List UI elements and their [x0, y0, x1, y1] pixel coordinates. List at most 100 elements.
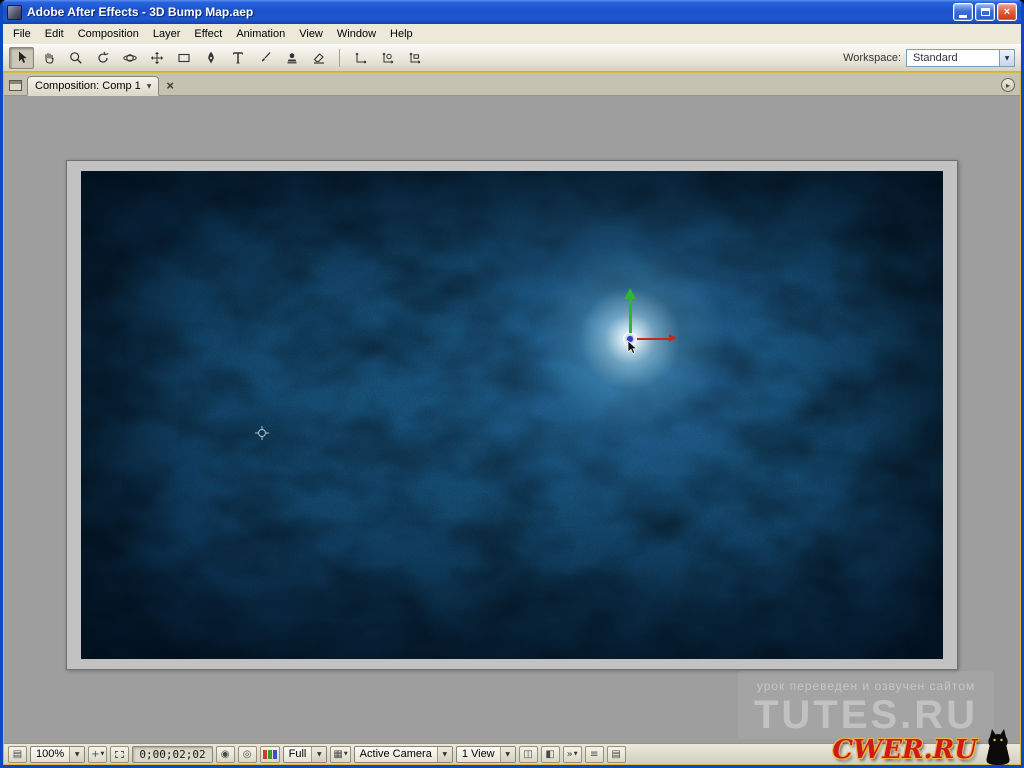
- cat-icon: [979, 725, 1017, 765]
- workspace-label: Workspace:: [843, 52, 901, 64]
- panel-icon: [9, 80, 22, 91]
- menu-item-window[interactable]: Window: [330, 26, 383, 42]
- region-of-interest-button[interactable]: [110, 746, 129, 763]
- view-layout-button[interactable]: ◫: [519, 746, 538, 763]
- workspace-selector: Workspace: Standard ▼: [843, 49, 1015, 67]
- composition-panel: Composition: Comp 1 ▼ × ▸: [3, 72, 1021, 765]
- menu-item-file[interactable]: File: [6, 26, 38, 42]
- show-snapshot-icon: ◎: [243, 749, 252, 760]
- world-axis-mode-button[interactable]: [375, 47, 400, 69]
- menu-item-animation[interactable]: Animation: [229, 26, 292, 42]
- pen-tool-icon: [203, 50, 219, 66]
- menu-item-layer[interactable]: Layer: [146, 26, 188, 42]
- brush-tool-icon: [257, 50, 273, 66]
- pan-behind-tool[interactable]: [144, 47, 169, 69]
- flowchart-icon: ▤: [611, 749, 620, 760]
- viewport-frame: [66, 160, 958, 670]
- camera-value: Active Camera: [355, 748, 437, 760]
- show-snapshot-button[interactable]: ◎: [238, 746, 257, 763]
- zoom-tool[interactable]: [63, 47, 88, 69]
- minimize-button[interactable]: [953, 3, 973, 21]
- menu-item-edit[interactable]: Edit: [38, 26, 71, 42]
- maximize-icon: [981, 8, 990, 16]
- brush-tool[interactable]: [252, 47, 277, 69]
- mask-rectangle-tool-icon: [176, 50, 192, 66]
- pixel-aspect-button[interactable]: ◧: [541, 746, 560, 763]
- eraser-tool[interactable]: [306, 47, 331, 69]
- zoom-tool-icon: [68, 50, 84, 66]
- menu-item-composition[interactable]: Composition: [71, 26, 146, 42]
- maximize-button[interactable]: [975, 3, 995, 21]
- pen-tool[interactable]: [198, 47, 223, 69]
- orbit-camera-tool[interactable]: [117, 47, 142, 69]
- grid-guides-button[interactable]: ▦ ▼: [330, 746, 350, 763]
- chevron-down-icon[interactable]: ▼: [311, 747, 326, 762]
- eraser-tool-icon: [311, 50, 327, 66]
- menu-item-effect[interactable]: Effect: [187, 26, 229, 42]
- timeline-button[interactable]: ≡: [585, 746, 604, 763]
- tab-dropdown-icon[interactable]: ▼: [147, 83, 152, 90]
- light-spot: [81, 171, 943, 659]
- local-axis-mode-button[interactable]: [348, 47, 373, 69]
- grid-icon: ▦: [333, 749, 342, 760]
- close-button[interactable]: ×: [997, 3, 1017, 21]
- selection-tool-icon: [14, 50, 30, 66]
- resolution-dropdown[interactable]: Full ▼: [283, 746, 328, 763]
- orbit-camera-tool-icon: [122, 50, 138, 66]
- workspace-dropdown[interactable]: Standard ▼: [906, 49, 1015, 67]
- app-window: Adobe After Effects - 3D Bump Map.aep × …: [0, 0, 1024, 768]
- selection-tool[interactable]: [9, 47, 34, 69]
- timecode-display[interactable]: 0;00;02;02: [132, 746, 212, 763]
- minimize-icon: [959, 15, 967, 18]
- tab-close-icon[interactable]: ×: [166, 79, 174, 92]
- type-tool-icon: [230, 50, 246, 66]
- chevron-down-icon[interactable]: ▼: [437, 747, 452, 762]
- y-axis-arrowhead-icon: [624, 288, 636, 299]
- view-count-dropdown[interactable]: 1 View ▼: [456, 746, 516, 763]
- hand-tool[interactable]: [36, 47, 61, 69]
- panel-options-button[interactable]: ▤: [8, 746, 27, 763]
- clone-stamp-tool-icon: [284, 50, 300, 66]
- composition-viewport[interactable]: [81, 171, 943, 659]
- camera-dropdown[interactable]: Active Camera ▼: [354, 746, 453, 763]
- type-tool[interactable]: [225, 47, 250, 69]
- toolbar: Workspace: Standard ▼: [3, 44, 1021, 72]
- menu-item-view[interactable]: View: [292, 26, 330, 42]
- view-count-value: 1 View: [457, 748, 500, 760]
- y-axis-arrow: [629, 299, 632, 333]
- rotation-tool[interactable]: [90, 47, 115, 69]
- snapshot-button[interactable]: ◉: [216, 746, 235, 763]
- channels-button[interactable]: [260, 746, 280, 763]
- tab-label: Composition: Comp 1: [35, 80, 141, 92]
- magnification-dropdown[interactable]: 100% ▼: [30, 746, 85, 763]
- fast-preview-button[interactable]: » ▼: [563, 746, 582, 763]
- titlebar: Adobe After Effects - 3D Bump Map.aep ×: [3, 0, 1021, 24]
- x-axis-arrowhead-icon: [669, 334, 677, 342]
- fast-preview-icon: »: [567, 749, 573, 760]
- chevron-down-icon[interactable]: ▼: [500, 747, 515, 762]
- local-axis-icon: [353, 50, 369, 66]
- toolbar-separator: [339, 49, 340, 67]
- hand-tool-icon: [41, 50, 57, 66]
- tab-strip: Composition: Comp 1 ▼ × ▸: [4, 73, 1020, 96]
- flowchart-button[interactable]: ▤: [607, 746, 626, 763]
- view-axis-icon: [407, 50, 423, 66]
- panel-menu-button[interactable]: ▸: [1001, 78, 1015, 92]
- region-of-interest-icon: [115, 751, 124, 758]
- view-layout-icon: ◫: [523, 749, 532, 760]
- cwer-logo-text: CWER.RU: [832, 736, 977, 765]
- mask-rectangle-tool[interactable]: [171, 47, 196, 69]
- clone-stamp-tool[interactable]: [279, 47, 304, 69]
- panel-options-icon: ▤: [13, 749, 22, 760]
- safe-areas-button[interactable]: + ▼: [88, 746, 107, 763]
- menu-item-help[interactable]: Help: [383, 26, 420, 42]
- snapshot-icon: ◉: [221, 749, 230, 760]
- view-axis-mode-button[interactable]: [402, 47, 427, 69]
- blue-channel-icon: [273, 750, 277, 759]
- chevron-down-icon[interactable]: ▼: [999, 50, 1014, 66]
- chevron-down-icon[interactable]: ▼: [69, 747, 84, 762]
- app-icon: [7, 5, 22, 20]
- chevron-down-icon: ▼: [101, 751, 105, 757]
- cwer-logo: CWER.RU: [832, 725, 1017, 765]
- tab-composition[interactable]: Composition: Comp 1 ▼: [27, 76, 159, 96]
